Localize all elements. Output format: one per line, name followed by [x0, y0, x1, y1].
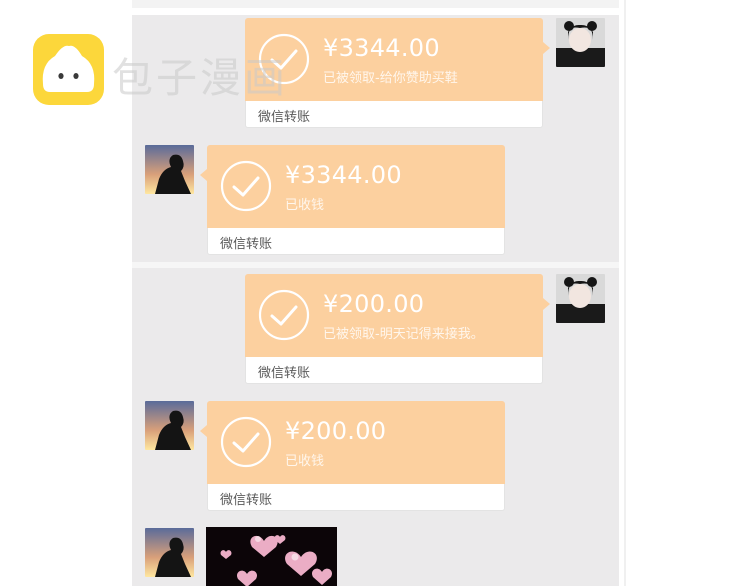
- transfer-bubble[interactable]: ¥200.00 已收钱 微信转账: [200, 401, 505, 511]
- check-circle-icon: [220, 416, 272, 468]
- transfer-card: ¥3344.00 已收钱: [207, 145, 505, 228]
- window-edge: [624, 0, 626, 586]
- transfer-bubble[interactable]: ¥3344.00 已被领取-给你赞助买鞋 微信转账: [245, 18, 550, 128]
- transfer-amount: ¥200.00: [323, 290, 425, 318]
- bubble-tail: [543, 298, 550, 310]
- avatar-her[interactable]: [556, 18, 605, 67]
- transfer-card: ¥200.00 已收钱: [207, 401, 505, 484]
- transfer-card: ¥200.00 已被领取-明天记得来接我。: [245, 274, 543, 357]
- check-circle-icon: [220, 160, 272, 212]
- transfer-status: 已被领取-明天记得来接我。: [323, 327, 484, 342]
- avatar-him[interactable]: [145, 145, 194, 194]
- avatar-her[interactable]: [556, 274, 605, 323]
- transfer-footer-label: 微信转账: [220, 237, 273, 252]
- watermark-text: 包子漫画: [112, 54, 288, 102]
- transfer-footer: 微信转账: [245, 101, 543, 128]
- transfer-amount: ¥3344.00: [323, 34, 440, 62]
- transfer-bubble[interactable]: ¥3344.00 已收钱 微信转账: [200, 145, 505, 255]
- transfer-footer-label: 微信转账: [258, 110, 311, 125]
- transfer-footer: 微信转账: [207, 484, 505, 511]
- transfer-bubble[interactable]: ¥200.00 已被领取-明天记得来接我。 微信转账: [245, 274, 550, 384]
- avatar-him[interactable]: [145, 401, 194, 450]
- transfer-status: 已被领取-给你赞助买鞋: [323, 71, 458, 86]
- transfer-amount: ¥3344.00: [285, 161, 402, 189]
- bubble-tail: [200, 425, 207, 437]
- chat-area-top: [132, 0, 619, 8]
- transfer-amount: ¥200.00: [285, 417, 387, 445]
- transfer-card: ¥3344.00 已被领取-给你赞助买鞋: [245, 18, 543, 101]
- transfer-footer-label: 微信转账: [220, 493, 273, 508]
- bubble-tail: [543, 42, 550, 54]
- transfer-footer: 微信转账: [245, 357, 543, 384]
- pink-hearts-photo[interactable]: [206, 527, 337, 586]
- transfer-status: 已收钱: [285, 198, 325, 213]
- transfer-footer: 微信转账: [207, 228, 505, 255]
- baozi-logo: [33, 34, 104, 105]
- transfer-status: 已收钱: [285, 454, 325, 469]
- avatar-him[interactable]: [145, 528, 194, 577]
- bubble-tail: [200, 169, 207, 181]
- check-circle-icon: [258, 289, 310, 341]
- transfer-footer-label: 微信转账: [258, 366, 311, 381]
